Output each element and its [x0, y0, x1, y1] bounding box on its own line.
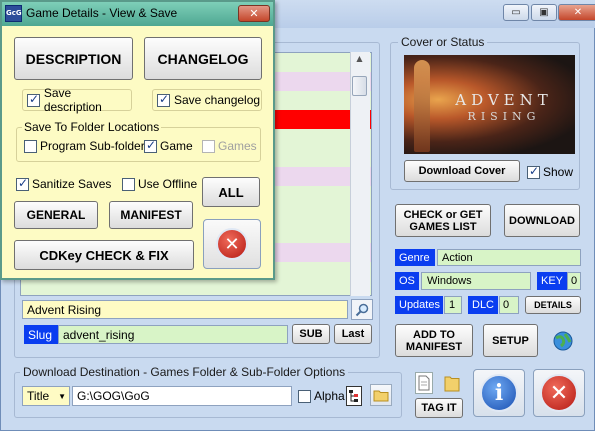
program-subfolder-row[interactable]: Program Sub-folder	[24, 139, 145, 153]
cdkey-check-fix-button[interactable]: CDKey CHECK & FIX	[14, 240, 194, 270]
save-description-label: Save description	[43, 86, 102, 114]
add-manifest-line1: ADD TO	[413, 328, 455, 341]
key-label: KEY	[537, 272, 567, 290]
cancel-x-icon: ✕	[216, 228, 248, 260]
minimize-button[interactable]: ▭	[503, 4, 529, 21]
all-button[interactable]: ALL	[202, 177, 260, 207]
download-button[interactable]: DOWNLOAD	[504, 204, 580, 237]
folder-icon	[373, 390, 389, 402]
changelog-button[interactable]: CHANGELOG	[144, 37, 262, 80]
dialog-cancel-button[interactable]: ✕	[203, 219, 261, 269]
key-value: 0	[567, 272, 581, 290]
tree-icon	[349, 390, 358, 402]
use-offline-label: Use Offline	[138, 177, 198, 191]
alpha-checkbox-row[interactable]: Alpha	[298, 389, 345, 403]
download-destination-label: Download Destination - Games Folder & Su…	[20, 365, 349, 379]
games-folder-label: Games	[218, 139, 257, 153]
globe-icon	[553, 331, 573, 351]
sanitize-saves-label: Sanitize Saves	[32, 177, 112, 191]
folder-open-icon	[444, 376, 460, 392]
os-value: Windows	[421, 272, 531, 290]
program-subfolder-label: Program Sub-folder	[40, 139, 145, 153]
os-label: OS	[395, 272, 419, 290]
dlc-label: DLC	[468, 296, 498, 314]
search-button[interactable]	[351, 299, 373, 320]
save-changelog-label: Save changelog	[174, 93, 261, 107]
games-folder-row: Games	[202, 139, 257, 153]
cover-title-line1: ADVENT	[455, 91, 553, 109]
app-icon: GcG	[5, 5, 22, 22]
program-subfolder-checkbox[interactable]	[24, 139, 37, 153]
updates-value: 1	[444, 296, 462, 314]
scroll-up-icon[interactable]: ▲	[352, 54, 367, 69]
game-title-field[interactable]: Advent Rising	[22, 300, 348, 319]
save-changelog-checkbox[interactable]	[157, 92, 170, 107]
web-button[interactable]	[547, 326, 579, 356]
manifest-button[interactable]: MANIFEST	[109, 201, 193, 229]
cover-figure	[414, 60, 430, 152]
dialog-title: Game Details - View & Save	[26, 6, 178, 20]
info-icon: i	[480, 374, 518, 412]
game-details-dialog: GcG Game Details - View & Save ✕ DESCRIP…	[0, 0, 275, 280]
restore-button[interactable]: ▣	[531, 4, 557, 21]
folder-option-select[interactable]: Title ▼	[22, 386, 70, 406]
use-offline-row[interactable]: Use Offline	[122, 177, 197, 191]
scroll-thumb[interactable]	[352, 76, 367, 96]
tag-it-button[interactable]: TAG IT	[415, 398, 463, 418]
details-button[interactable]: DETAILS	[525, 296, 581, 314]
game-folder-label: Game	[160, 139, 193, 153]
slug-field[interactable]: advent_rising	[58, 325, 288, 344]
dlc-value: 0	[499, 296, 519, 314]
alpha-label: Alpha	[314, 389, 345, 403]
cover-title-line2: RISING	[467, 110, 541, 123]
genre-label: Genre	[395, 249, 435, 266]
cover-image: ADVENT RISING	[404, 55, 575, 154]
last-button[interactable]: Last	[334, 324, 372, 344]
check-get-line1: CHECK or GET	[403, 208, 483, 221]
open-folder-button[interactable]	[442, 372, 462, 394]
alpha-checkbox[interactable]	[298, 389, 311, 403]
browse-folder-button[interactable]	[370, 384, 392, 406]
sanitize-saves-row[interactable]: Sanitize Saves	[16, 176, 112, 191]
use-offline-checkbox[interactable]	[122, 177, 135, 191]
exit-button[interactable]: ✕	[533, 369, 585, 417]
save-description-checkbox[interactable]	[27, 92, 40, 107]
show-cover-row[interactable]: Show	[527, 164, 574, 179]
updates-label: Updates	[395, 296, 443, 314]
check-get-games-list-button[interactable]: CHECK or GET GAMES LIST	[395, 204, 491, 237]
exit-icon: ✕	[540, 374, 578, 412]
folder-option-value: Title	[27, 389, 50, 403]
setup-button[interactable]: SETUP	[483, 324, 538, 357]
genre-value: Action	[437, 249, 581, 266]
info-button[interactable]: i	[473, 369, 525, 417]
download-path-field[interactable]: G:\GOG\GoG	[72, 386, 292, 406]
check-get-line2: GAMES LIST	[409, 220, 477, 233]
main-close-button[interactable]: ✕	[558, 4, 595, 21]
slug-label: Slug	[24, 325, 58, 344]
notes-button[interactable]	[415, 372, 433, 394]
description-button[interactable]: DESCRIPTION	[14, 37, 133, 80]
sanitize-saves-checkbox[interactable]	[16, 176, 29, 191]
cover-group-label: Cover or Status	[398, 35, 488, 49]
sub-button[interactable]: SUB	[292, 324, 330, 344]
document-icon	[418, 375, 430, 391]
dialog-close-button[interactable]: ✕	[238, 5, 270, 22]
search-icon	[355, 303, 369, 316]
game-folder-checkbox[interactable]	[144, 138, 157, 153]
tree-view-button[interactable]	[346, 386, 362, 406]
chevron-down-icon: ▼	[58, 391, 66, 401]
save-folder-group-label: Save To Folder Locations	[22, 120, 162, 134]
show-cover-checkbox[interactable]	[527, 164, 540, 179]
add-to-manifest-button[interactable]: ADD TO MANIFEST	[395, 324, 473, 357]
show-cover-label: Show	[543, 165, 574, 179]
download-cover-button[interactable]: Download Cover	[404, 160, 520, 182]
add-manifest-line2: MANIFEST	[405, 340, 463, 353]
save-description-row[interactable]: Save description	[22, 86, 132, 114]
game-folder-row[interactable]: Game	[144, 138, 193, 153]
save-changelog-row[interactable]: Save changelog	[152, 89, 262, 111]
general-button[interactable]: GENERAL	[14, 201, 98, 229]
games-folder-checkbox	[202, 139, 215, 153]
list-item[interactable]	[21, 281, 371, 295]
